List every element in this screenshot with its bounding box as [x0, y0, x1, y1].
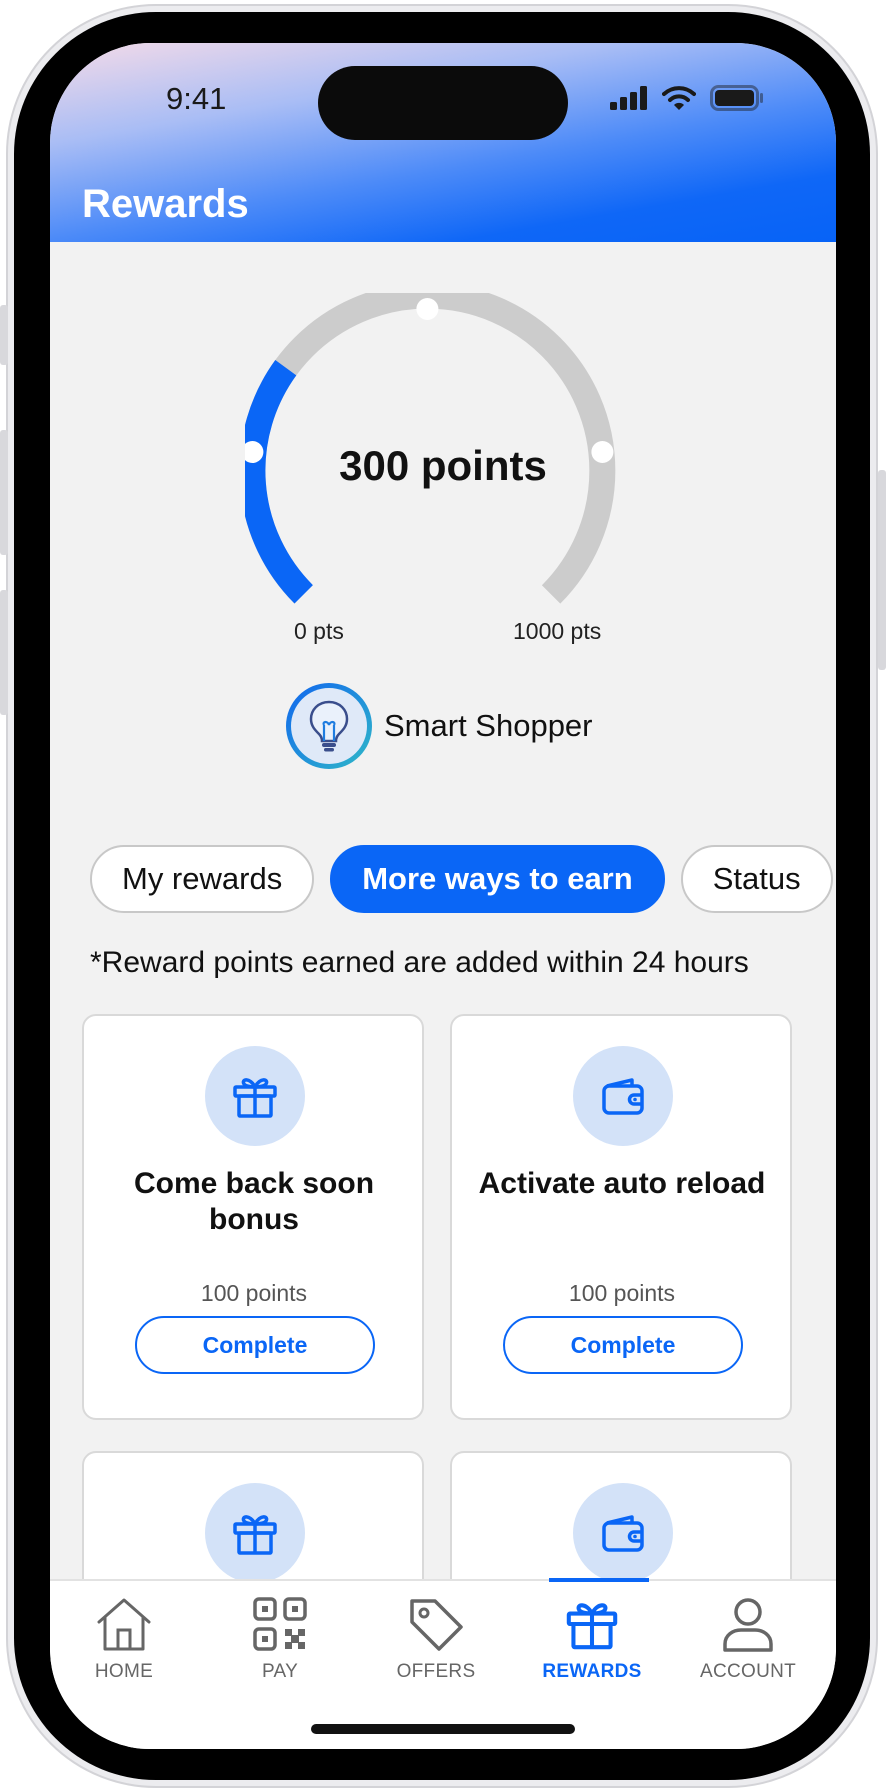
home-indicator[interactable] [311, 1724, 575, 1734]
complete-button[interactable]: Complete [503, 1316, 743, 1374]
qr-code-icon [253, 1597, 307, 1651]
phone-screen: 9:41 Rewards 300 points 0 pts 1000 pts S… [50, 43, 836, 1749]
gauge-marker-top [416, 298, 439, 320]
tab-my-rewards[interactable]: My rewards [90, 845, 315, 913]
tab-status[interactable]: Status [680, 845, 833, 913]
tier-name: Smart Shopper [384, 708, 593, 743]
gauge-marker-right [591, 441, 614, 463]
app-header: 9:41 Rewards [50, 43, 836, 242]
device-action-button [0, 305, 8, 365]
tag-icon [410, 1599, 463, 1651]
home-icon [97, 1598, 151, 1651]
earn-card: Activate auto reload 100 points Complete [450, 1014, 792, 1420]
nav-item-rewards[interactable]: REWARDS [522, 1595, 662, 1705]
earn-card-title: Come back soon bonus [133, 1167, 375, 1236]
gift-icon [233, 1515, 277, 1555]
wifi-icon [662, 86, 696, 110]
nav-label: OFFERS [396, 1661, 476, 1682]
nav-item-offers[interactable]: OFFERS [366, 1595, 506, 1705]
device-power-button [878, 470, 886, 670]
page-title: Rewards [82, 182, 249, 226]
reward-tabs: My rewards More ways to earn Status [90, 845, 833, 913]
earn-card-points: 100 points [200, 1280, 308, 1306]
lightbulb-icon [309, 700, 349, 752]
nav-label: ACCOUNT [699, 1661, 797, 1682]
complete-button[interactable]: Complete [135, 1316, 375, 1374]
tab-more-ways-to-earn[interactable]: More ways to earn [330, 845, 665, 913]
device-volume-down [0, 590, 8, 715]
earn-card-title: Activate auto reload [478, 1167, 766, 1200]
nav-item-account[interactable]: ACCOUNT [678, 1595, 818, 1705]
gift-icon [566, 1603, 618, 1650]
earn-card-points: 100 points [568, 1280, 676, 1306]
wallet-icon [602, 1515, 644, 1552]
points-note: *Reward points earned are added within 2… [90, 946, 749, 979]
nav-item-pay[interactable]: PAY [210, 1595, 350, 1705]
battery-icon [710, 85, 763, 111]
gauge-min-label: 0 pts [294, 618, 344, 644]
status-time: 9:41 [166, 81, 227, 116]
gift-icon [233, 1078, 277, 1118]
nav-label: REWARDS [542, 1661, 642, 1682]
person-icon [723, 1598, 773, 1652]
nav-item-home[interactable]: HOME [54, 1595, 194, 1705]
points-total: 300 points [339, 442, 547, 489]
tier-badge [286, 683, 372, 769]
device-volume-up [0, 430, 8, 555]
nav-active-indicator [549, 1578, 649, 1582]
status-icons [610, 85, 764, 111]
earn-card: Come back soon bonus 100 points Complete [82, 1014, 424, 1420]
wallet-icon [602, 1078, 644, 1115]
gauge-max-label: 1000 pts [513, 618, 602, 644]
dynamic-island [318, 66, 568, 140]
nav-label: HOME [94, 1661, 154, 1682]
nav-label: PAY [261, 1661, 299, 1682]
cellular-signal-icon [610, 86, 647, 110]
